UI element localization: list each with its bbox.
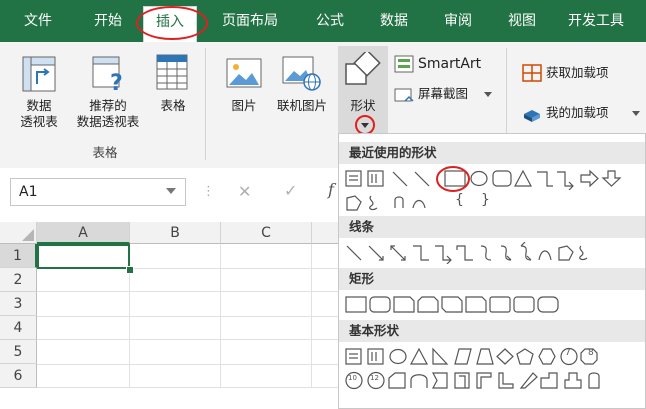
name-box-value: A1 [19, 184, 38, 200]
row-2-line [37, 268, 342, 292]
row-header-5[interactable]: 5 [0, 340, 37, 364]
left-brace-shape[interactable]: { [455, 192, 464, 208]
row-header-4[interactable]: 4 [0, 316, 37, 340]
fill-handle[interactable] [126, 266, 134, 274]
get-addins-label[interactable]: 获取加载项 [546, 65, 609, 81]
screenshot-dropdown-icon[interactable] [484, 92, 492, 98]
row-header-6[interactable]: 6 [0, 364, 37, 388]
tables-group-label: 表格 [92, 145, 118, 160]
recommended-pivot-icon[interactable]: ? [92, 56, 126, 92]
column-header-c[interactable]: C [221, 222, 312, 244]
octagon-shape-label: 8 [588, 348, 594, 358]
circle-10-shape-label: 10 [348, 374, 357, 382]
group-separator [205, 48, 206, 160]
recent-shapes-row-2 [346, 195, 426, 211]
recommended-pivot-label[interactable]: 推荐的 数据透视表 [70, 98, 146, 130]
recommended-pivot-label-line2: 数据透视表 [76, 114, 140, 129]
name-box[interactable]: A1 [10, 178, 186, 206]
picture-label[interactable]: 图片 [226, 98, 262, 114]
svg-text:?: ? [110, 71, 123, 92]
row-header-3[interactable]: 3 [0, 292, 37, 316]
tab-formulas[interactable]: 公式 [316, 10, 344, 30]
tab-review[interactable]: 审阅 [444, 10, 472, 30]
store-icon[interactable] [522, 64, 542, 82]
ribbon-tab-bar: 文件 开始 插入 页面布局 公式 数据 审阅 视图 开发工具 [0, 0, 646, 43]
selected-cell-a1[interactable] [37, 244, 130, 269]
name-box-dropdown-icon[interactable] [166, 188, 176, 195]
smartart-label[interactable]: SmartArt [418, 56, 481, 72]
right-brace-shape[interactable]: } [481, 192, 490, 208]
shapes-gallery-dropdown: 最近使用的形状 { } 线条 矩形 基本形状 7 8 10 12 [338, 133, 646, 409]
row-header-2[interactable]: 2 [0, 268, 37, 292]
screenshot-icon[interactable] [394, 86, 414, 104]
formula-bar-grip-icon: ⋮ [202, 184, 215, 199]
recommended-pivot-label-line1: 推荐的 [89, 98, 127, 113]
rectangles-row [345, 296, 559, 313]
circle-12-shape-label: 12 [370, 374, 379, 382]
smartart-icon[interactable] [394, 55, 414, 73]
shapes-icon[interactable] [344, 52, 382, 88]
online-picture-icon[interactable] [282, 56, 322, 92]
heptagon-shape-label: 7 [565, 348, 571, 358]
basic-shapes-row-1 [345, 347, 598, 366]
column-header-b[interactable]: B [130, 222, 221, 244]
highlight-circle-insert [136, 6, 208, 40]
basic-shapes-row-2 [345, 371, 600, 390]
table-label[interactable]: 表格 [156, 98, 190, 114]
section-rectangles: 矩形 [339, 268, 645, 290]
row-6-line [37, 364, 342, 388]
pivot-table-icon[interactable] [22, 56, 56, 92]
select-all-corner[interactable] [0, 222, 37, 244]
my-addins-label[interactable]: 我的加载项 [546, 105, 609, 121]
lines-row [346, 242, 588, 264]
section-basic-shapes: 基本形状 [339, 320, 645, 342]
row-4-line [37, 316, 342, 340]
screenshot-label[interactable]: 屏幕截图 [418, 86, 468, 102]
tab-file[interactable]: 文件 [24, 10, 52, 30]
pivot-table-label-line2: 透视表 [20, 114, 58, 129]
online-picture-label[interactable]: 联机图片 [274, 98, 330, 114]
select-all-triangle-icon [22, 229, 34, 241]
pivot-table-label-line1: 数据 [26, 98, 52, 113]
column-header-a[interactable]: A [37, 222, 130, 244]
my-addins-icon[interactable] [522, 104, 542, 122]
table-icon[interactable] [156, 54, 188, 90]
tab-home[interactable]: 开始 [94, 10, 122, 30]
tab-view[interactable]: 视图 [508, 10, 536, 30]
shapes-label[interactable]: 形状 [344, 98, 382, 114]
tab-page-layout[interactable]: 页面布局 [222, 10, 278, 30]
rectangle-shape[interactable] [441, 168, 465, 190]
my-addins-dropdown-icon[interactable] [632, 111, 640, 117]
section-lines: 线条 [339, 216, 645, 238]
picture-icon[interactable] [226, 58, 262, 90]
recent-shapes-row-1 [345, 169, 622, 190]
tab-developer[interactable]: 开发工具 [568, 10, 624, 30]
row-header-1[interactable]: 1 [0, 244, 37, 268]
tab-data[interactable]: 数据 [380, 10, 408, 30]
insert-function-icon[interactable]: f [328, 180, 334, 199]
enter-check-icon[interactable]: ✓ [284, 181, 297, 200]
section-recent-shapes: 最近使用的形状 [339, 142, 645, 164]
cancel-icon[interactable]: ✕ [238, 182, 251, 201]
pivot-table-label[interactable]: 数据 透视表 [14, 98, 64, 130]
